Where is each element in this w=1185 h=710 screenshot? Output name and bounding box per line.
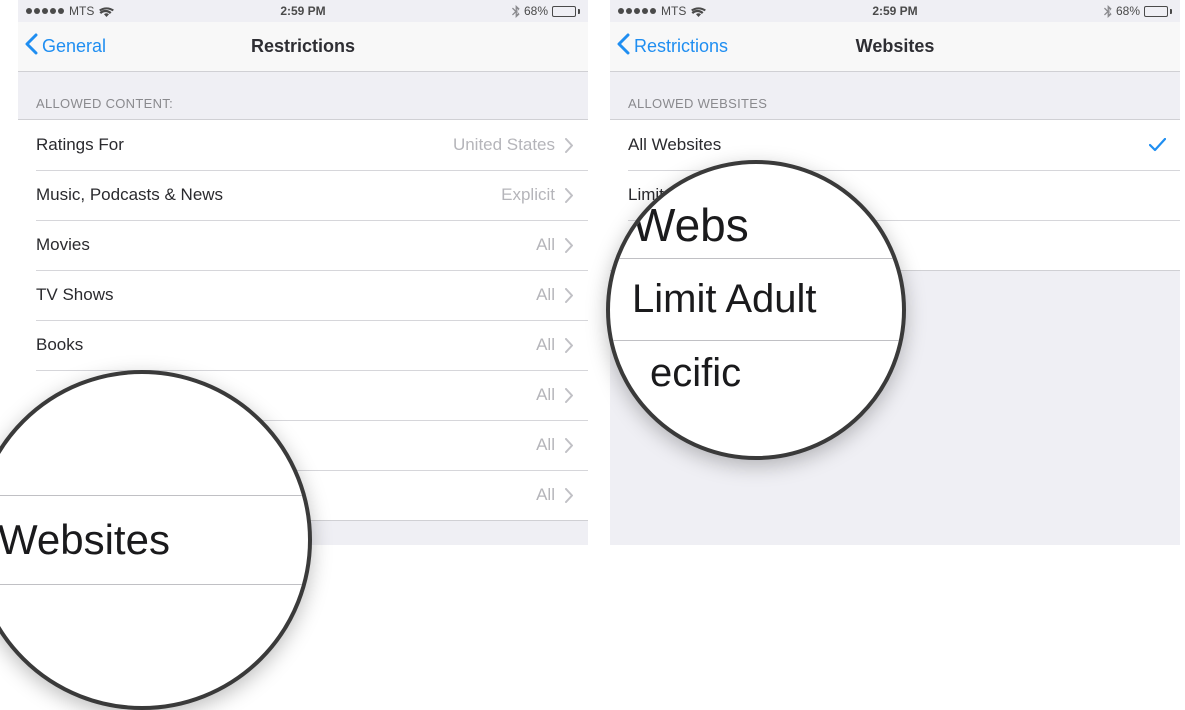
- carrier-label: MTS: [661, 4, 686, 18]
- nav-back-label: General: [42, 36, 106, 57]
- cell-label: All Websites: [628, 135, 1149, 155]
- status-time: 2:59 PM: [280, 4, 325, 18]
- chevron-right-icon: [565, 188, 574, 203]
- nav-bar: General Restrictions: [18, 22, 588, 72]
- magnifier-limit-adult: Webs Limit Adult ecific: [606, 160, 906, 460]
- status-bar: MTS 2:59 PM 68%: [18, 0, 588, 22]
- cell-value: All: [536, 435, 555, 455]
- signal-dots-icon: [618, 8, 656, 14]
- status-right: 68%: [1104, 4, 1172, 18]
- cell-label: Specific Websites Only: [628, 235, 1166, 255]
- cell-value: All: [536, 485, 555, 505]
- chevron-right-icon: [565, 288, 574, 303]
- nav-back-button[interactable]: General: [18, 33, 106, 60]
- battery-pct: 68%: [524, 4, 548, 18]
- chevron-right-icon: [565, 488, 574, 503]
- magnifier-text: Websites: [0, 496, 308, 584]
- cell-books[interactable]: Books All: [18, 320, 588, 370]
- nav-bar: Restrictions Websites: [610, 22, 1180, 72]
- signal-dots-icon: [26, 8, 64, 14]
- screen-websites: MTS 2:59 PM 68% Restrictions Websites Al…: [610, 0, 1180, 545]
- cell-ratings-for[interactable]: Ratings For United States: [18, 120, 588, 170]
- status-time: 2:59 PM: [872, 4, 917, 18]
- screen-gap: [588, 0, 610, 545]
- check-icon: [1149, 138, 1166, 152]
- chevron-right-icon: [565, 438, 574, 453]
- cell-label: Movies: [36, 235, 536, 255]
- wifi-icon: [691, 6, 706, 17]
- chevron-right-icon: [565, 388, 574, 403]
- allowed-websites-list: All Websites Limit Adult Content Specifi…: [610, 119, 1180, 271]
- cell-value: United States: [453, 135, 555, 155]
- battery-icon: [552, 6, 580, 17]
- nav-back-button[interactable]: Restrictions: [610, 33, 728, 60]
- screen-restrictions: MTS 2:59 PM 68% General Restrictions All…: [18, 0, 588, 545]
- cell-value: All: [536, 385, 555, 405]
- cell-label: TV Shows: [36, 285, 536, 305]
- cell-value: All: [536, 335, 555, 355]
- cell-music-podcasts-news[interactable]: Music, Podcasts & News Explicit: [18, 170, 588, 220]
- nav-title: Websites: [856, 36, 935, 57]
- cell-label: Music, Podcasts & News: [36, 185, 501, 205]
- section-header: Allowed Content:: [18, 72, 588, 119]
- cell-hidden-3[interactable]: All: [18, 470, 588, 520]
- wifi-icon: [99, 6, 114, 17]
- cell-tv-shows[interactable]: TV Shows All: [18, 270, 588, 320]
- status-left: MTS: [26, 4, 114, 18]
- magnifier-text: Limit Adult: [610, 259, 902, 340]
- option-limit-adult-content[interactable]: Limit Adult Content: [610, 170, 1180, 220]
- nav-back-label: Restrictions: [634, 36, 728, 57]
- chevron-left-icon: [24, 33, 38, 60]
- battery-icon: [1144, 6, 1172, 17]
- cell-hidden-2[interactable]: All: [18, 420, 588, 470]
- chevron-left-icon: [616, 33, 630, 60]
- cell-label: Ratings For: [36, 135, 453, 155]
- status-bar: MTS 2:59 PM 68%: [610, 0, 1180, 22]
- cell-movies[interactable]: Movies All: [18, 220, 588, 270]
- magnifier-partial-top: Webs: [610, 198, 902, 258]
- bluetooth-icon: [1104, 5, 1112, 18]
- section-header: Allowed Websites: [610, 72, 1180, 119]
- option-specific-websites-only[interactable]: Specific Websites Only: [610, 220, 1180, 270]
- chevron-right-icon: [565, 138, 574, 153]
- cell-label: Books: [36, 335, 536, 355]
- battery-pct: 68%: [1116, 4, 1140, 18]
- cell-hidden-1[interactable]: All: [18, 370, 588, 420]
- chevron-right-icon: [565, 238, 574, 253]
- chevron-right-icon: [565, 338, 574, 353]
- status-right: 68%: [512, 4, 580, 18]
- cell-label: Limit Adult Content: [628, 185, 1166, 205]
- cell-value: All: [536, 235, 555, 255]
- magnifier-websites: Websites: [0, 370, 312, 710]
- carrier-label: MTS: [69, 4, 94, 18]
- cell-value: Explicit: [501, 185, 555, 205]
- bluetooth-icon: [512, 5, 520, 18]
- magnifier-partial-bot: ecific: [610, 341, 902, 396]
- status-left: MTS: [618, 4, 706, 18]
- nav-title: Restrictions: [251, 36, 355, 57]
- allowed-content-list: Ratings For United States Music, Podcast…: [18, 119, 588, 521]
- cell-value: All: [536, 285, 555, 305]
- option-all-websites[interactable]: All Websites: [610, 120, 1180, 170]
